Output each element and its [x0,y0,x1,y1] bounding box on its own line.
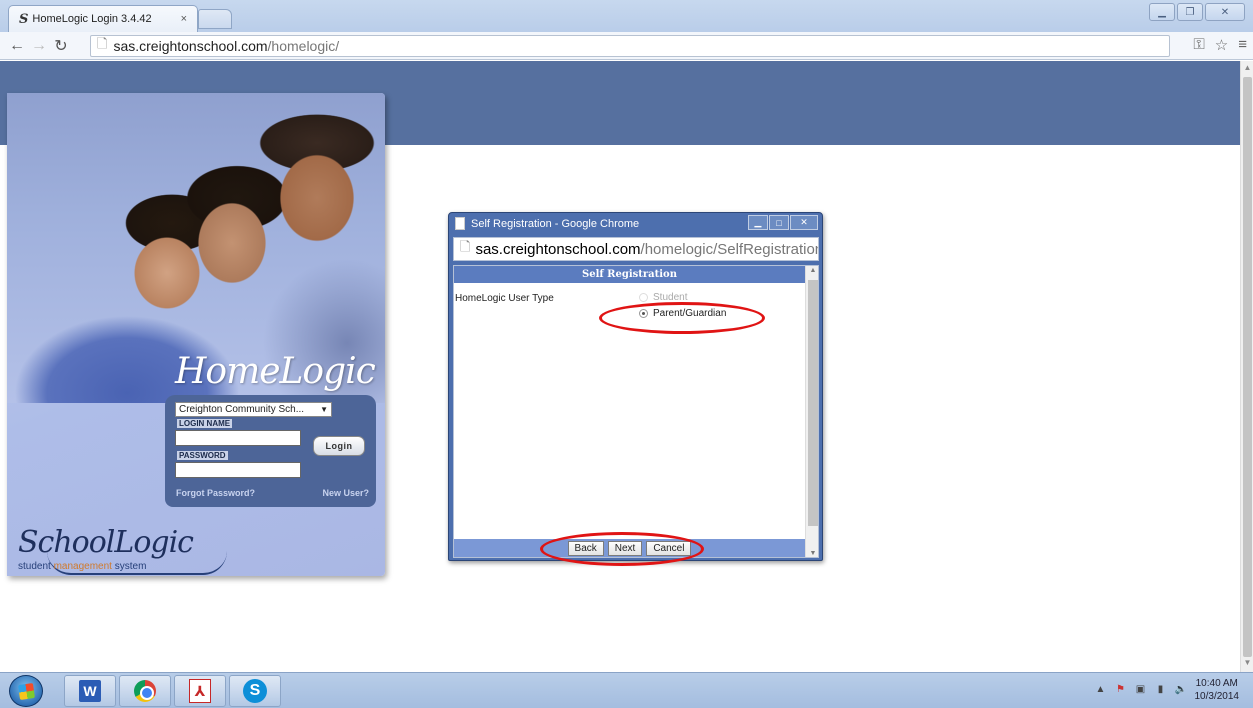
popup-window-controls: ▁ □ ✕ [748,215,818,230]
popup-close-icon[interactable]: ✕ [790,215,818,230]
radio-student-label: Student [653,292,688,303]
popup-title: Self Registration - Google Chrome [471,217,640,230]
bookmark-star-icon[interactable]: ☆ [1215,36,1228,54]
tab-close-icon[interactable]: × [181,13,187,25]
back-button[interactable]: Back [567,541,604,556]
window-controls: ▁ ❐ ✕ [1149,3,1245,21]
radio-parent-guardian[interactable]: Parent/Guardian [639,308,726,319]
page-icon: 🗋 [97,36,108,51]
close-window-icon[interactable]: ✕ [1205,3,1245,21]
scroll-up-icon[interactable]: ▲ [1241,63,1253,75]
page-scrollbar[interactable]: ▲ ▼ [1240,61,1253,672]
login-button[interactable]: Login [313,436,365,456]
radio-student[interactable]: Student [639,292,687,303]
clock-date: 10/3/2014 [1194,691,1240,702]
network-icon[interactable]: ▮ [1155,684,1167,696]
login-name-label: LOGIN NAME [177,419,233,428]
url-path: /homelogic/ [267,38,340,54]
password-label: PASSWORD [177,451,228,460]
user-type-label: HomeLogic User Type [455,293,554,304]
clock-time: 10:40 AM [1195,678,1238,689]
skype-icon: S [243,679,267,703]
login-card: HomeLogic Creighton Community Sch... ▼ L… [7,93,385,576]
schoollogic-tagline: student management system [18,561,146,572]
taskbar-acrobat[interactable]: ⅄ [174,675,226,707]
forgot-password-link[interactable]: Forgot Password? [176,488,255,498]
popup-address-bar[interactable]: 🗋 sas.creightonschool.com/homelogic/Self… [453,237,819,261]
windows-taskbar: W ⅄ S ▲ ⚑ ▣ ▮ 🔈 10:40 AM 10/3/2014 [0,672,1253,708]
taskbar-chrome[interactable] [119,675,171,707]
flag-icon[interactable]: ⚑ [1115,684,1127,696]
browser-toolbar: ← → ↻ 🗋 sas.creightonschool.com/homelogi… [0,32,1253,60]
new-user-link[interactable]: New User? [322,488,369,498]
popup-minimize-icon[interactable]: ▁ [748,215,768,230]
address-bar[interactable]: 🗋 sas.creightonschool.com/homelogic/ [90,35,1170,57]
windows-logo-icon [18,683,35,700]
popup-scroll-up-icon[interactable]: ▲ [806,267,818,274]
toolbar-right: ⚿ ☆ ≡ [1193,36,1247,54]
start-button[interactable] [9,675,43,707]
popup-scroll-thumb[interactable] [808,280,818,526]
document-icon [455,217,465,230]
device-icon[interactable]: ▣ [1135,684,1147,696]
radio-parent-label: Parent/Guardian [653,308,727,319]
volume-icon[interactable]: 🔈 [1175,684,1187,696]
dropdown-arrow-icon: ▼ [320,405,328,414]
key-icon[interactable]: ⚿ [1193,36,1204,54]
menu-icon[interactable]: ≡ [1238,36,1247,54]
tagline-part-2: management [53,561,112,572]
popup-url-host: sas.creightonschool.com [475,240,641,258]
word-icon: W [79,680,101,702]
scroll-down-icon[interactable]: ▼ [1241,658,1253,670]
password-input[interactable] [175,462,301,478]
minimize-icon[interactable]: ▁ [1149,3,1175,21]
self-registration-header: Self Registration [454,266,805,283]
schoollogic-favicon-icon: S [19,11,29,27]
system-tray: ▲ ⚑ ▣ ▮ 🔈 10:40 AM 10/3/2014 [1095,677,1240,703]
district-value: Creighton Community Sch... [179,404,305,415]
radio-parent-circle[interactable] [639,309,648,318]
new-tab-button[interactable] [198,9,232,29]
tab-title: HomeLogic Login 3.4.42 [32,13,152,25]
tagline-part-3: system [111,561,147,572]
taskbar-word[interactable]: W [64,675,116,707]
show-hidden-icons-icon[interactable]: ▲ [1095,684,1107,696]
browser-titlebar: S HomeLogic Login 3.4.42 × ▁ ❐ ✕ [0,0,1253,32]
popup-scroll-down-icon[interactable]: ▼ [806,550,818,557]
taskbar-skype[interactable]: S [229,675,281,707]
reload-icon[interactable]: ↻ [50,35,72,57]
homelogic-logo: HomeLogic [175,351,376,392]
popup-page-icon: 🗋 [460,239,471,254]
popup-titlebar: Self Registration - Google Chrome ▁ □ ✕ [449,213,822,234]
clock[interactable]: 10:40 AM 10/3/2014 [1195,677,1240,703]
scroll-thumb[interactable] [1243,77,1252,657]
chrome-icon [134,680,156,702]
acrobat-icon: ⅄ [189,679,211,703]
self-registration-window: Self Registration - Google Chrome ▁ □ ✕ … [448,212,823,561]
next-button[interactable]: Next [607,541,643,556]
popup-scrollbar[interactable]: ▲ ▼ [805,266,818,557]
district-select[interactable]: Creighton Community Sch... ▼ [175,402,332,417]
popup-maximize-icon[interactable]: □ [769,215,789,230]
popup-url-path: /homelogic/SelfRegistration/ [640,240,819,258]
radio-student-circle[interactable] [639,293,648,302]
maximize-icon[interactable]: ❐ [1177,3,1203,21]
wizard-footer: Back Next Cancel [454,539,805,557]
url-host: sas.creightonschool.com [113,38,268,54]
popup-body: Self Registration HomeLogic User Type St… [453,265,819,558]
forward-arrow-icon[interactable]: → [28,35,50,57]
cancel-button[interactable]: Cancel [646,541,692,556]
login-name-input[interactable] [175,430,301,446]
tagline-part-1: student [18,561,54,572]
back-arrow-icon[interactable]: ← [6,35,28,57]
login-box: Creighton Community Sch... ▼ LOGIN NAME … [165,395,376,507]
browser-tab[interactable]: S HomeLogic Login 3.4.42 × [8,5,198,32]
